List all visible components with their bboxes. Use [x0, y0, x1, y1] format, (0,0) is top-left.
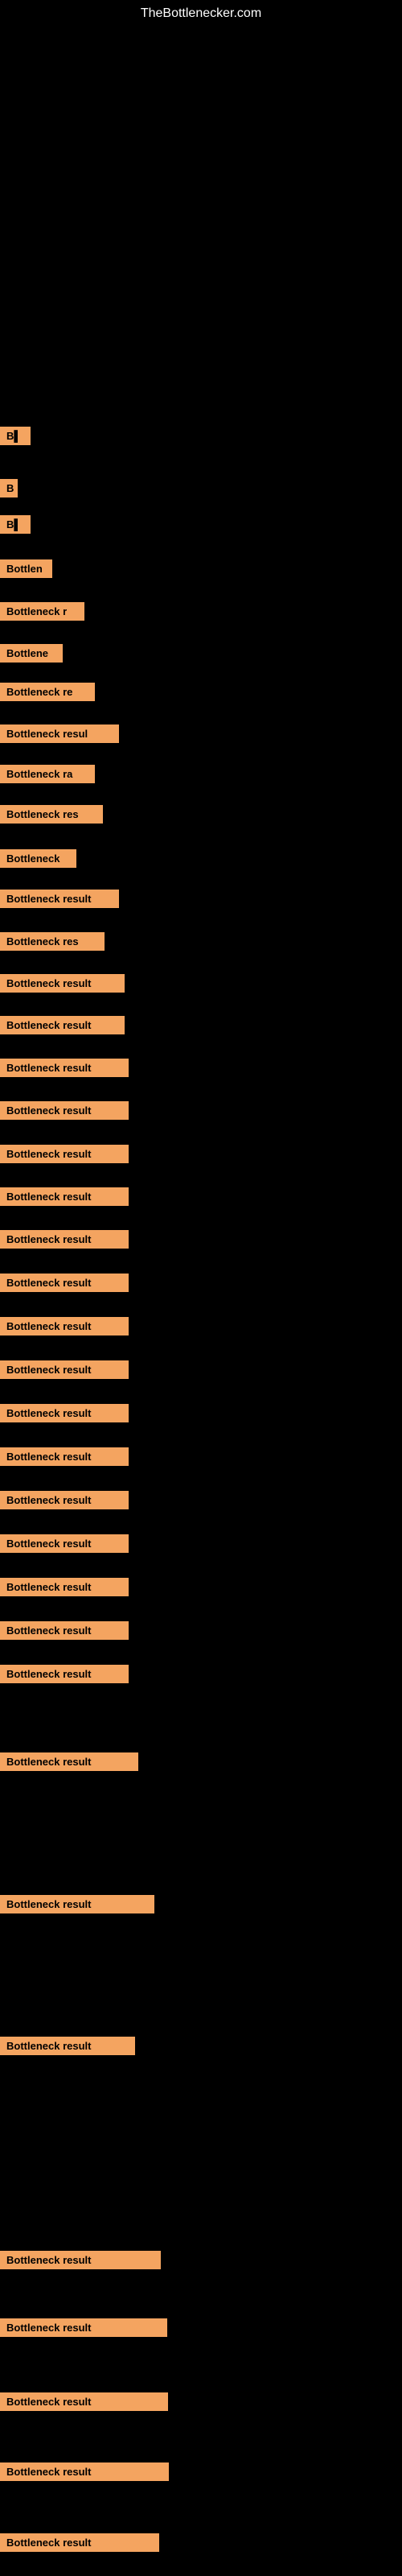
bottleneck-result-badge[interactable]: Bottleneck result — [0, 1895, 154, 1913]
bottleneck-result-badge[interactable]: Bottleneck result — [0, 1101, 129, 1120]
list-item: B — [0, 479, 18, 502]
list-item: Bottleneck result — [0, 1578, 129, 1601]
list-item: Bottleneck result — [0, 2533, 159, 2557]
bottleneck-result-badge[interactable]: Bottleneck result — [0, 2392, 168, 2411]
list-item: Bottleneck result — [0, 2318, 167, 2342]
list-item: Bottleneck result — [0, 1317, 129, 1340]
bottleneck-result-badge[interactable]: Bottleneck result — [0, 1665, 129, 1683]
list-item: Bottleneck result — [0, 1491, 129, 1514]
bottleneck-result-badge[interactable]: Bottleneck result — [0, 1016, 125, 1034]
bottleneck-result-badge[interactable]: Bottleneck result — [0, 974, 125, 993]
list-item: Bottleneck result — [0, 1534, 129, 1558]
bottleneck-result-badge[interactable]: Bottleneck res — [0, 805, 103, 824]
list-item: Bottleneck res — [0, 805, 103, 828]
list-item: Bottleneck result — [0, 1187, 129, 1211]
bottleneck-result-badge[interactable]: Bottleneck result — [0, 890, 119, 908]
list-item: Bottleneck resul — [0, 724, 119, 748]
bottleneck-result-badge[interactable]: Bottleneck re — [0, 683, 95, 701]
list-item: Bottleneck result — [0, 1101, 129, 1125]
list-item: Bottleneck result — [0, 1145, 129, 1168]
list-item: Bottleneck result — [0, 1059, 129, 1082]
bottleneck-result-badge[interactable]: Bottleneck result — [0, 1491, 129, 1509]
list-item: Bottleneck result — [0, 1665, 129, 1688]
bottleneck-result-badge[interactable]: Bottleneck result — [0, 1230, 129, 1249]
bottleneck-result-badge[interactable]: Bottleneck — [0, 849, 76, 868]
bottleneck-result-badge[interactable]: Bottleneck result — [0, 1447, 129, 1466]
list-item: Bottleneck result — [0, 1895, 154, 1918]
bottleneck-result-badge[interactable]: Bottleneck ra — [0, 765, 95, 783]
list-item: Bottleneck result — [0, 1274, 129, 1297]
list-item: Bottleneck re — [0, 683, 95, 706]
list-item: Bottleneck result — [0, 1230, 129, 1253]
bottleneck-result-badge[interactable]: Bottlene — [0, 644, 63, 663]
list-item: Bottleneck res — [0, 932, 105, 956]
list-item: Bottleneck result — [0, 1404, 129, 1427]
bottleneck-result-badge[interactable]: Bottleneck result — [0, 2318, 167, 2337]
bottleneck-result-badge[interactable]: Bottleneck r — [0, 602, 84, 621]
bottleneck-result-badge[interactable]: Bottleneck res — [0, 932, 105, 951]
bottleneck-result-badge[interactable]: Bottleneck result — [0, 2462, 169, 2481]
list-item: B▌ — [0, 515, 31, 539]
bottleneck-result-badge[interactable]: Bottleneck result — [0, 1187, 129, 1206]
list-item: B▌ — [0, 427, 31, 450]
bottleneck-result-badge[interactable]: Bottleneck result — [0, 1621, 129, 1640]
bottleneck-result-badge[interactable]: B — [0, 479, 18, 497]
bottleneck-result-badge[interactable]: B▌ — [0, 427, 31, 445]
list-item: Bottleneck result — [0, 974, 125, 997]
bottleneck-result-badge[interactable]: Bottleneck result — [0, 1534, 129, 1553]
bottleneck-result-badge[interactable]: Bottleneck result — [0, 1360, 129, 1379]
site-title: TheBottlenecker.com — [0, 0, 402, 24]
bottleneck-result-badge[interactable]: Bottleneck resul — [0, 724, 119, 743]
bottleneck-result-badge[interactable]: Bottleneck result — [0, 1752, 138, 1771]
list-item: Bottleneck result — [0, 1447, 129, 1471]
list-item: Bottleneck result — [0, 1752, 138, 1776]
list-item: Bottleneck result — [0, 2251, 161, 2274]
bottleneck-result-badge[interactable]: Bottleneck result — [0, 1404, 129, 1422]
bottleneck-result-badge[interactable]: Bottleneck result — [0, 1317, 129, 1335]
list-item: Bottleneck result — [0, 1621, 129, 1645]
list-item: Bottleneck ra — [0, 765, 95, 788]
list-item: Bottlen — [0, 559, 52, 583]
bottleneck-result-badge[interactable]: B▌ — [0, 515, 31, 534]
list-item: Bottleneck r — [0, 602, 84, 625]
bottleneck-result-badge[interactable]: Bottleneck result — [0, 2251, 161, 2269]
list-item: Bottleneck result — [0, 1360, 129, 1384]
bottleneck-result-badge[interactable]: Bottlen — [0, 559, 52, 578]
bottleneck-result-badge[interactable]: Bottleneck result — [0, 2037, 135, 2055]
bottleneck-result-badge[interactable]: Bottleneck result — [0, 1145, 129, 1163]
list-item: Bottlene — [0, 644, 63, 667]
list-item: Bottleneck result — [0, 1016, 125, 1039]
bottleneck-result-badge[interactable]: Bottleneck result — [0, 1059, 129, 1077]
list-item: Bottleneck result — [0, 2392, 168, 2416]
list-item: Bottleneck result — [0, 2462, 169, 2486]
bottleneck-result-badge[interactable]: Bottleneck result — [0, 1274, 129, 1292]
list-item: Bottleneck — [0, 849, 76, 873]
bottleneck-result-badge[interactable]: Bottleneck result — [0, 1578, 129, 1596]
list-item: Bottleneck result — [0, 2037, 135, 2060]
list-item: Bottleneck result — [0, 890, 119, 913]
bottleneck-result-badge[interactable]: Bottleneck result — [0, 2533, 159, 2552]
